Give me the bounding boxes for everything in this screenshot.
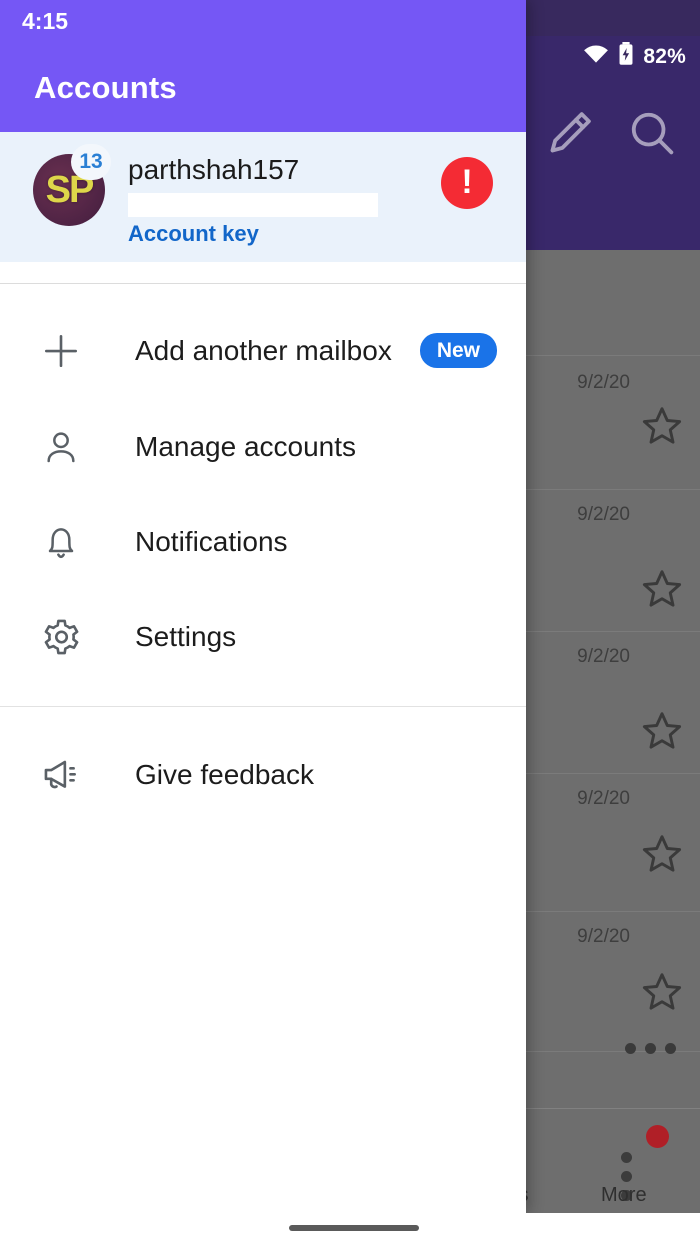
search-icon[interactable] [625, 106, 679, 160]
divider [0, 283, 526, 284]
pencil-compose-icon[interactable] [543, 106, 597, 160]
star-outline-icon[interactable] [640, 709, 684, 753]
menu-item-label: Notifications [135, 525, 288, 557]
mail-date: 9/2/20 [577, 788, 630, 809]
error-exclamation-icon[interactable]: ! [441, 157, 493, 209]
unread-count-badge: 13 [71, 144, 111, 180]
megaphone-icon [38, 752, 84, 798]
account-email-redacted [128, 193, 378, 217]
star-outline-icon[interactable] [640, 567, 684, 611]
nav-item-more[interactable]: More [601, 1184, 647, 1207]
mail-date: 9/2/20 [577, 372, 630, 393]
bell-icon [38, 519, 84, 565]
gesture-pill[interactable] [289, 1225, 419, 1231]
gesture-navigation-bar [0, 1213, 700, 1245]
menu-item-give-feedback[interactable]: Give feedback [0, 727, 526, 822]
menu-item-label: Manage accounts [135, 430, 357, 462]
menu-item-label: Add another mailbox [135, 334, 392, 366]
avatar[interactable]: SP 13 [33, 144, 111, 226]
wifi-icon [583, 44, 609, 69]
dot [621, 1152, 632, 1163]
menu-item-notifications[interactable]: Notifications [0, 494, 526, 589]
menu-item-add-mailbox[interactable]: Add another mailbox New [0, 303, 526, 398]
star-outline-icon[interactable] [640, 404, 684, 448]
battery-percent-label: 82% [643, 44, 686, 68]
star-outline-icon[interactable] [640, 832, 684, 876]
divider [0, 706, 526, 707]
dot [665, 1043, 676, 1054]
menu-item-label: Give feedback [135, 758, 314, 790]
person-icon [38, 424, 84, 470]
gear-icon [38, 614, 84, 660]
notification-dot-badge [646, 1125, 669, 1148]
clock-label: 4:15 [22, 8, 69, 34]
mail-date: 9/2/20 [577, 926, 630, 947]
menu-item-manage-accounts[interactable]: Manage accounts [0, 399, 526, 494]
account-name-label: parthshah157 [128, 154, 300, 185]
status-bar-icons: 82% [583, 42, 686, 71]
dot [645, 1043, 656, 1054]
battery-charging-icon [618, 42, 634, 71]
accounts-drawer: 4:15 Accounts SP 13 parthshah157 Account… [0, 0, 526, 1213]
plus-icon [38, 328, 84, 374]
phone-screen: 82% 9/2/20 57@gm… [0, 0, 700, 1245]
star-outline-icon[interactable] [640, 970, 684, 1014]
dot [621, 1171, 632, 1182]
drawer-header: 4:15 Accounts [0, 0, 526, 132]
menu-item-label: Settings [135, 620, 237, 652]
status-badge: New [419, 333, 498, 368]
account-key-link[interactable]: Account key [128, 221, 259, 247]
dot [625, 1043, 636, 1054]
menu-item-settings[interactable]: Settings [0, 589, 526, 684]
page-title: Accounts [34, 70, 177, 105]
mail-date: 9/2/20 [577, 646, 630, 667]
horizontal-ellipsis-icon[interactable] [625, 1043, 676, 1054]
exclamation-mark: ! [461, 163, 473, 201]
mail-date: 9/2/20 [577, 504, 630, 525]
